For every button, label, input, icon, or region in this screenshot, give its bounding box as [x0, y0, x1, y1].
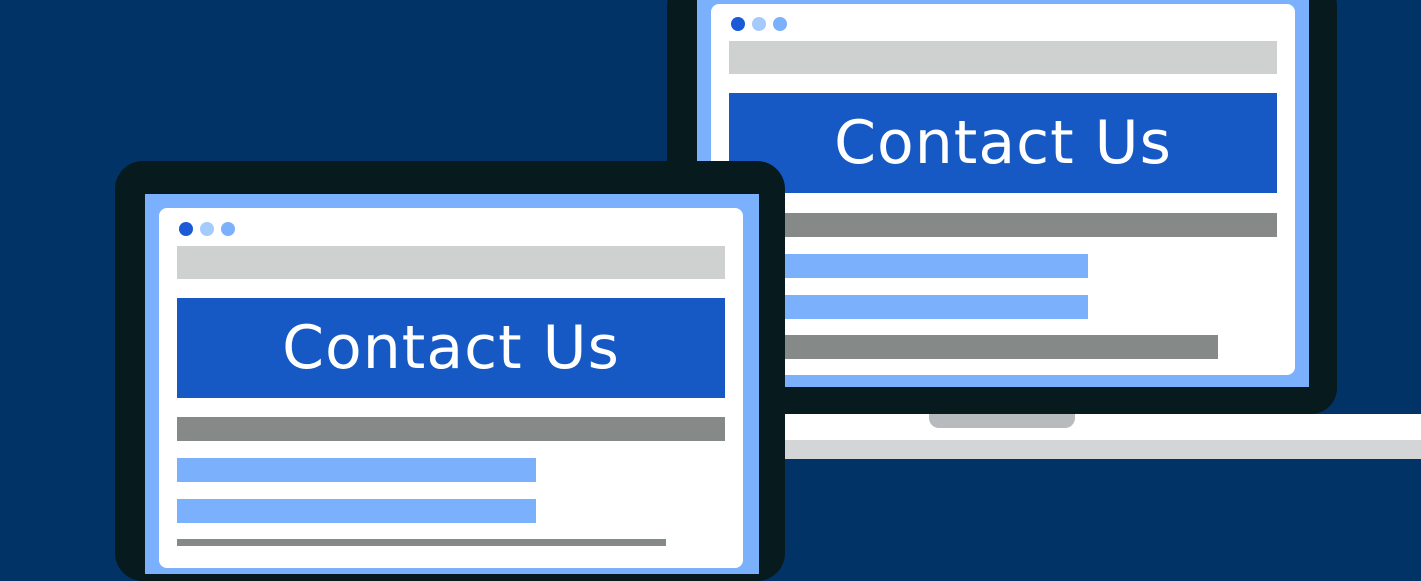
tablet-window-dot-3: [221, 222, 235, 236]
laptop-contact-heading: Contact Us: [834, 108, 1172, 178]
tablet-content-bar-1: [177, 417, 725, 441]
laptop-window-dot-2: [752, 17, 766, 31]
tablet-content-bar-3: [177, 499, 536, 523]
laptop-content-bar-1: [729, 213, 1277, 237]
tablet-contact-heading: Contact Us: [282, 313, 620, 383]
laptop-contact-banner: Contact Us: [729, 93, 1277, 193]
tablet-address-bar: [177, 246, 725, 279]
laptop-notch: [929, 414, 1075, 428]
tablet-window-dot-1: [179, 222, 193, 236]
tablet-content-bar-4: [177, 539, 666, 546]
tablet-contact-banner: Contact Us: [177, 298, 725, 398]
laptop-window-dot-1: [731, 17, 745, 31]
laptop-content-bar-4: [729, 335, 1218, 359]
tablet-window-dot-2: [200, 222, 214, 236]
laptop-address-bar: [729, 41, 1277, 74]
laptop-window-dot-3: [773, 17, 787, 31]
laptop-base-edge: [748, 440, 1421, 459]
tablet-content-bar-2: [177, 458, 536, 482]
